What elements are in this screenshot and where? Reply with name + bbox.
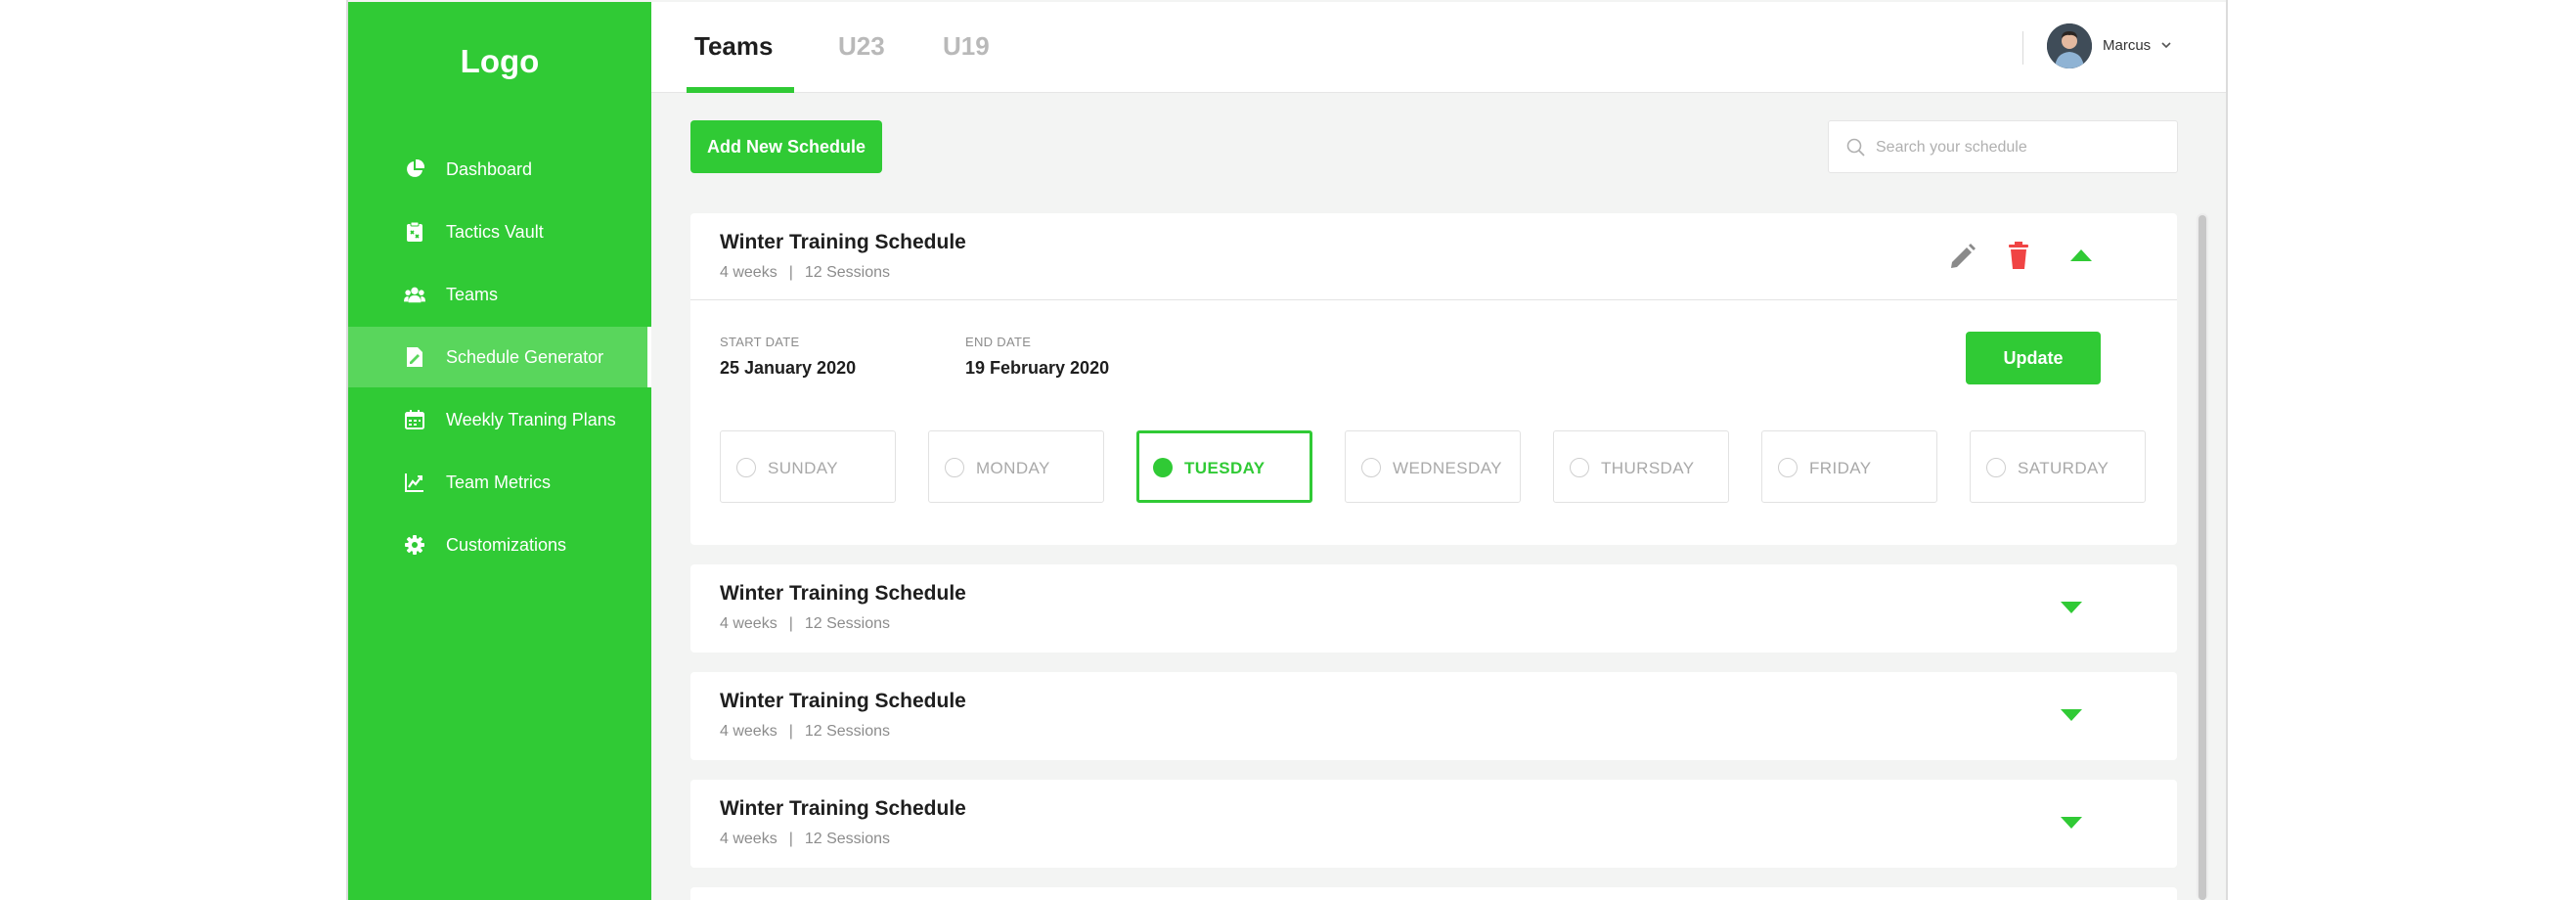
schedule-title: Winter Training Schedule — [720, 797, 966, 820]
gear-icon — [404, 534, 425, 556]
meta-separator: | — [788, 831, 793, 847]
meta-separator: | — [788, 723, 793, 740]
day-option-friday[interactable]: FRIDAY — [1761, 430, 1937, 503]
clipboard-icon — [404, 221, 425, 243]
schedule-card[interactable]: Winter Training Schedule 4 weeks | 12 Sess… — [690, 564, 2177, 652]
schedule-card-expanded: Winter Training Schedule 4 weeks | 12 Sess… — [690, 213, 2177, 545]
schedule-title: Winter Training Schedule — [720, 582, 966, 605]
schedule-meta: 4 weeks | 12 Sessions — [720, 264, 890, 282]
schedule-title: Winter Training Schedule — [720, 231, 966, 253]
expand-caret-icon[interactable] — [2061, 602, 2082, 613]
radio-button — [1570, 458, 1589, 477]
trash-icon[interactable] — [2007, 241, 2030, 275]
sidebar-item-label: Teams — [446, 284, 499, 304]
pencil-icon[interactable] — [1948, 242, 1977, 276]
day-option-thursday[interactable]: THURSDAY — [1553, 430, 1729, 503]
schedule-meta: 4 weeks | 12 Sessions — [720, 831, 890, 848]
schedule-weeks: 4 weeks — [720, 831, 777, 847]
radio-button — [945, 458, 964, 477]
sidebar-item-label: Customizations — [446, 534, 567, 555]
schedule-weeks: 4 weeks — [720, 723, 777, 740]
app-window: Logo Dashboard Tactics Vault Teams Sched… — [346, 0, 2228, 900]
sidebar-item-label: Weekly Traning Plans — [446, 409, 616, 429]
sidebar-item-team-metrics[interactable]: Team Metrics — [348, 452, 651, 513]
schedule-weeks: 4 weeks — [720, 264, 777, 281]
search-input[interactable] — [1876, 133, 2159, 162]
schedule-card-partial[interactable] — [690, 887, 2177, 900]
schedule-meta: 4 weeks | 12 Sessions — [720, 615, 890, 633]
schedule-card[interactable]: Winter Training Schedule 4 weeks | 12 Sess… — [690, 780, 2177, 868]
start-date-label: START DATE — [720, 335, 800, 349]
day-label: FRIDAY — [1809, 459, 1872, 477]
sidebar-item-dashboard[interactable]: Dashboard — [348, 139, 651, 200]
day-option-tuesday[interactable]: TUESDAY — [1136, 430, 1312, 503]
sidebar: Logo Dashboard Tactics Vault Teams Sched… — [348, 2, 651, 900]
search-icon — [1846, 138, 1866, 162]
add-schedule-button[interactable]: Add New Schedule — [690, 120, 882, 173]
line-chart-icon — [404, 472, 425, 493]
tab-u23[interactable]: U23 — [838, 31, 885, 62]
scrollbar-thumb[interactable] — [2198, 215, 2206, 900]
day-label: SUNDAY — [768, 459, 838, 477]
radio-button — [736, 458, 756, 477]
schedule-card[interactable]: Winter Training Schedule 4 weeks | 12 Sess… — [690, 672, 2177, 760]
calendar-icon — [404, 409, 425, 430]
document-edit-icon — [404, 346, 425, 368]
end-date-label: END DATE — [965, 335, 1032, 349]
sidebar-item-schedule-generator[interactable]: Schedule Generator — [348, 327, 651, 387]
avatar[interactable] — [2047, 23, 2092, 68]
schedule-weeks: 4 weeks — [720, 615, 777, 632]
radio-button — [1778, 458, 1798, 477]
schedule-sessions: 12 Sessions — [804, 723, 891, 740]
user-name[interactable]: Marcus — [2103, 37, 2151, 54]
expand-caret-icon[interactable] — [2061, 817, 2082, 829]
sidebar-item-teams[interactable]: Teams — [348, 264, 651, 325]
day-label: MONDAY — [976, 459, 1050, 477]
pie-chart-icon — [404, 158, 425, 180]
users-icon — [404, 284, 425, 305]
radio-button-selected — [1153, 458, 1173, 477]
chevron-down-icon[interactable] — [2160, 37, 2172, 55]
radio-button — [1361, 458, 1381, 477]
day-option-saturday[interactable]: SATURDAY — [1970, 430, 2146, 503]
end-date-value[interactable]: 19 February 2020 — [965, 358, 1109, 379]
sidebar-item-label: Tactics Vault — [446, 221, 544, 242]
sidebar-item-customizations[interactable]: Customizations — [348, 515, 651, 575]
sidebar-item-label: Team Metrics — [446, 472, 552, 492]
active-tab-indicator — [687, 87, 794, 93]
day-label: WEDNESDAY — [1393, 459, 1502, 477]
day-label: SATURDAY — [2018, 459, 2110, 477]
meta-separator: | — [788, 264, 793, 281]
schedule-title: Winter Training Schedule — [720, 690, 966, 712]
sidebar-item-label: Dashboard — [446, 158, 533, 179]
schedule-sessions: 12 Sessions — [804, 831, 891, 847]
schedule-meta: 4 weeks | 12 Sessions — [720, 723, 890, 741]
collapse-caret-icon[interactable] — [2070, 249, 2092, 261]
sidebar-item-tactics-vault[interactable]: Tactics Vault — [348, 202, 651, 262]
tab-u19[interactable]: U19 — [943, 31, 990, 62]
tab-teams[interactable]: Teams — [694, 31, 773, 62]
day-option-sunday[interactable]: SUNDAY — [720, 430, 896, 503]
meta-separator: | — [788, 615, 793, 632]
day-option-monday[interactable]: MONDAY — [928, 430, 1104, 503]
expand-caret-icon[interactable] — [2061, 709, 2082, 721]
card-divider — [690, 299, 2177, 300]
top-bar: Teams U23 U19 Marcus — [651, 2, 2226, 93]
sidebar-item-weekly-training-plans[interactable]: Weekly Traning Plans — [348, 389, 651, 450]
logo: Logo — [460, 43, 540, 79]
day-label: THURSDAY — [1601, 459, 1695, 477]
start-date-value[interactable]: 25 January 2020 — [720, 358, 856, 379]
schedule-sessions: 12 Sessions — [804, 264, 891, 281]
update-button[interactable]: Update — [1966, 332, 2101, 384]
search-box — [1828, 120, 2178, 173]
sidebar-item-label: Schedule Generator — [446, 346, 604, 367]
day-label: TUESDAY — [1184, 459, 1266, 477]
header-divider — [2022, 31, 2023, 65]
schedule-sessions: 12 Sessions — [804, 615, 891, 632]
radio-button — [1986, 458, 2006, 477]
day-option-wednesday[interactable]: WEDNESDAY — [1345, 430, 1521, 503]
